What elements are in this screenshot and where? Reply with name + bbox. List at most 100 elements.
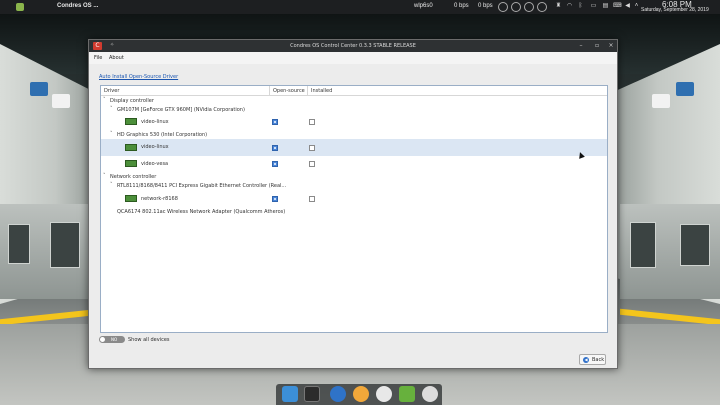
firefox-icon[interactable] bbox=[353, 386, 369, 402]
show-all-devices-toggle[interactable]: NO bbox=[99, 336, 125, 343]
tree-row-device[interactable]: ˅ GM107M [GeForce GTX 960M] (NVidia Corp… bbox=[101, 106, 607, 114]
bluetooth-icon[interactable]: ᛒ bbox=[577, 3, 584, 10]
chevron-down-icon[interactable]: ˅ bbox=[103, 97, 106, 103]
window-title: Condres OS Control Center 0.3.3 STABLE R… bbox=[290, 43, 416, 49]
device-label: QCA6174 802.11ac Wireless Network Adapte… bbox=[117, 209, 286, 215]
device-label: HD Graphics 530 (Intel Corporation) bbox=[117, 132, 208, 138]
volume-icon[interactable]: ◀ bbox=[624, 3, 631, 10]
terminal-icon[interactable] bbox=[304, 386, 320, 402]
info-sign-icon bbox=[652, 94, 670, 108]
driver-label: video-linux bbox=[141, 144, 169, 150]
driver-label: video-vesa bbox=[141, 161, 169, 167]
installed-checkbox[interactable] bbox=[309, 161, 315, 167]
app-menu-icon[interactable] bbox=[16, 3, 24, 11]
network-card-icon bbox=[125, 195, 137, 202]
wifi-icon[interactable]: ◠ bbox=[566, 3, 573, 10]
menu-file[interactable]: File bbox=[94, 55, 102, 61]
open-source-checkbox[interactable] bbox=[272, 161, 278, 167]
installed-checkbox[interactable] bbox=[309, 119, 315, 125]
wheelchair-sign-icon bbox=[30, 82, 48, 96]
control-center-window: C ✧ Condres OS Control Center 0.3.3 STAB… bbox=[88, 39, 618, 369]
settings-wheel-icon[interactable] bbox=[376, 386, 392, 402]
train-right bbox=[620, 204, 720, 299]
net-upload: 0 bps bbox=[478, 3, 493, 9]
graphics-card-icon bbox=[125, 160, 137, 167]
tree-header: Driver Open-source Installed bbox=[101, 86, 607, 96]
chevron-down-icon[interactable]: ˅ bbox=[110, 131, 113, 137]
home-folder-icon[interactable] bbox=[282, 386, 298, 402]
column-separator bbox=[269, 86, 270, 96]
clock-date: Saturday, September 28, 2019 bbox=[641, 7, 709, 13]
graphics-card-icon bbox=[125, 144, 137, 151]
chevron-down-icon[interactable]: ˅ bbox=[103, 173, 106, 179]
minimize-icon[interactable]: – bbox=[577, 42, 585, 50]
battery-icon[interactable]: ▭ bbox=[590, 3, 597, 10]
device-label: RTL8111/8168/8411 PCI Express Gigabit Et… bbox=[117, 183, 287, 189]
control-center-icon[interactable] bbox=[399, 386, 415, 402]
column-separator bbox=[307, 86, 308, 96]
close-icon[interactable]: × bbox=[607, 42, 615, 50]
column-installed[interactable]: Installed bbox=[311, 88, 332, 94]
toggle-state: NO bbox=[111, 337, 118, 342]
back-button-label: Back bbox=[592, 357, 605, 363]
driver-tree[interactable]: Driver Open-source Installed ˅ Display c… bbox=[100, 85, 608, 333]
tree-row-device[interactable]: ˅ HD Graphics 530 (Intel Corporation) bbox=[101, 131, 607, 139]
security-icon[interactable]: ♜ bbox=[555, 3, 562, 10]
chevron-down-icon[interactable]: ˅ bbox=[110, 182, 113, 188]
chevron-up-icon[interactable]: ˄ bbox=[633, 3, 640, 10]
back-button[interactable]: ◀ Back bbox=[579, 354, 606, 365]
tree-row-driver[interactable]: video-vesa bbox=[101, 160, 607, 168]
show-all-devices-label: Show all devices bbox=[128, 337, 170, 343]
auto-install-link[interactable]: Auto Install Open-Source Driver bbox=[99, 74, 178, 80]
platform-stripe bbox=[0, 308, 100, 326]
wifi-interface: wlp6s0 bbox=[414, 3, 433, 9]
train-window bbox=[8, 224, 30, 264]
open-source-checkbox[interactable] bbox=[272, 196, 278, 202]
keyboard-icon[interactable]: ⌨ bbox=[613, 3, 622, 10]
menu-bar: File About bbox=[89, 52, 617, 64]
browser-icon[interactable] bbox=[330, 386, 346, 402]
train-left bbox=[0, 204, 90, 299]
tree-row-category[interactable]: ˅ Display controller bbox=[101, 97, 607, 105]
wheelchair-sign-icon bbox=[676, 82, 694, 96]
clock-app-icon[interactable] bbox=[422, 386, 438, 402]
back-arrow-icon: ◀ bbox=[583, 357, 589, 363]
train-window bbox=[630, 222, 656, 268]
disk-meter-icon[interactable] bbox=[537, 2, 547, 12]
maximize-icon[interactable]: ▫ bbox=[593, 42, 601, 50]
window-titlebar[interactable]: C ✧ Condres OS Control Center 0.3.3 STAB… bbox=[89, 40, 617, 52]
memory-meter-icon[interactable] bbox=[511, 2, 521, 12]
net-download: 0 bps bbox=[454, 3, 469, 9]
swap-meter-icon[interactable] bbox=[524, 2, 534, 12]
graphics-card-icon bbox=[125, 118, 137, 125]
clipboard-icon[interactable]: ▤ bbox=[602, 3, 609, 10]
open-source-checkbox[interactable] bbox=[272, 119, 278, 125]
chevron-down-icon[interactable]: ˅ bbox=[110, 106, 113, 112]
menu-about[interactable]: About bbox=[109, 55, 124, 61]
cpu-meter-icon[interactable] bbox=[498, 2, 508, 12]
category-label: Display controller bbox=[110, 98, 154, 104]
train-window bbox=[50, 222, 80, 268]
toggle-knob bbox=[100, 337, 105, 342]
installed-checkbox[interactable] bbox=[309, 145, 315, 151]
platform-stripe bbox=[620, 308, 720, 326]
tree-row-driver[interactable]: video-linux bbox=[101, 118, 607, 126]
driver-label: network-r8168 bbox=[141, 196, 178, 202]
tree-row-driver[interactable]: network-r8168 bbox=[101, 195, 607, 203]
train-window bbox=[680, 224, 710, 266]
column-open-source[interactable]: Open-source bbox=[273, 88, 305, 94]
info-sign-icon bbox=[52, 94, 70, 108]
device-label: GM107M [GeForce GTX 960M] (NVidia Corpor… bbox=[117, 107, 245, 113]
category-label: Network controller bbox=[110, 174, 157, 180]
dock bbox=[276, 384, 442, 405]
active-app-title[interactable]: Condres OS ... bbox=[57, 3, 98, 9]
top-panel: Condres OS ... wlp6s0 0 bps 0 bps ♜ ◠ ᛒ … bbox=[0, 0, 720, 14]
tree-row-category[interactable]: ˅ Network controller bbox=[101, 173, 607, 181]
tree-row-device[interactable]: QCA6174 802.11ac Wireless Network Adapte… bbox=[101, 208, 607, 216]
installed-checkbox[interactable] bbox=[309, 196, 315, 202]
tree-row-driver-selected[interactable]: video-linux bbox=[101, 139, 607, 156]
tree-row-device[interactable]: ˅ RTL8111/8168/8411 PCI Express Gigabit … bbox=[101, 182, 607, 190]
open-source-checkbox[interactable] bbox=[272, 145, 278, 151]
driver-label: video-linux bbox=[141, 119, 169, 125]
column-driver[interactable]: Driver bbox=[104, 88, 119, 94]
